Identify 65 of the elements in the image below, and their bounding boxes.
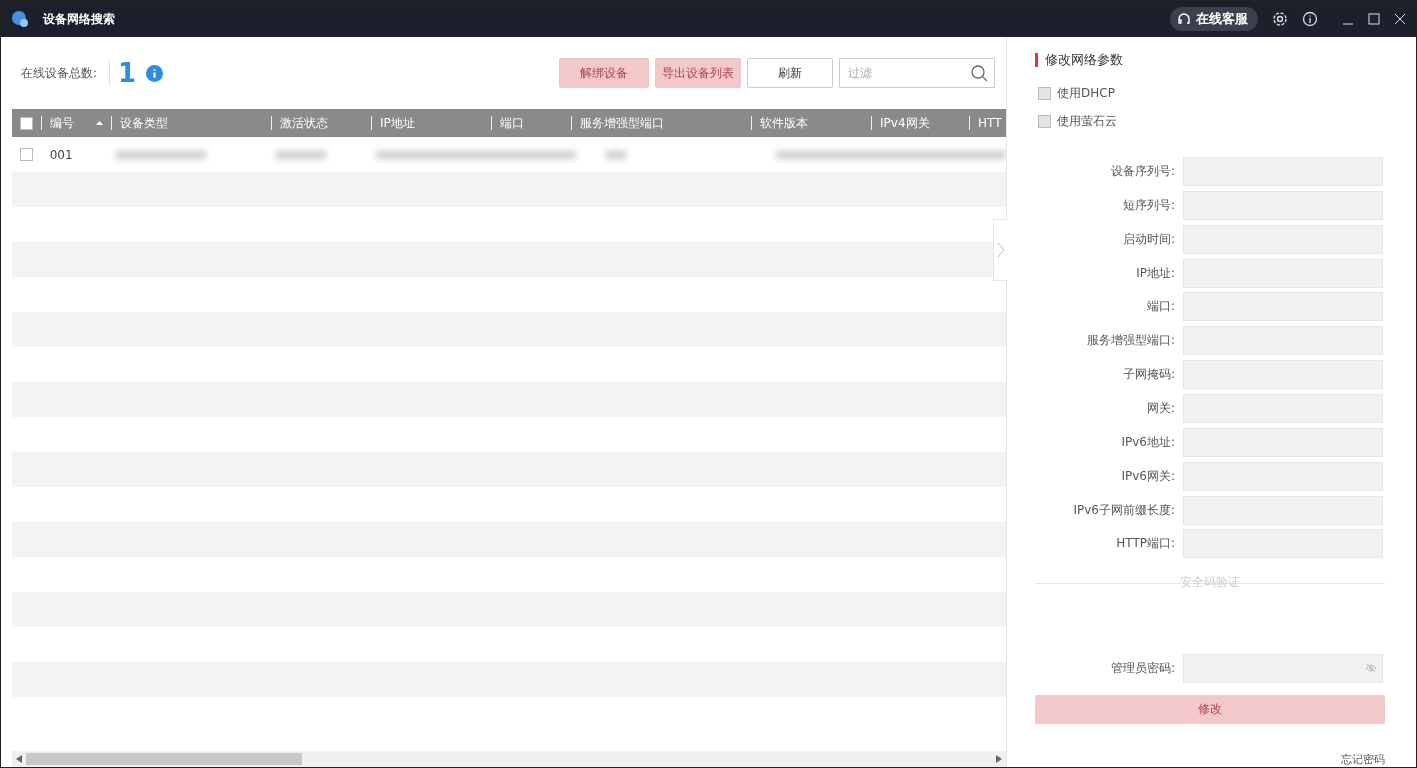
field-label: IP地址: [1135,264,1176,282]
column-header[interactable]: 端口 [500,116,524,130]
input-field[interactable] [1183,394,1383,423]
column-header[interactable]: 设备类型 [120,116,168,130]
password-field[interactable] [1183,653,1383,683]
input-field[interactable] [1183,495,1383,525]
input-field[interactable] [1183,326,1383,356]
field-label: 短序列号: [1121,196,1176,214]
blurred-text [606,150,626,159]
settings-icon[interactable] [1272,11,1288,27]
option-checkbox[interactable] [1038,115,1051,128]
headset-icon [1176,11,1192,27]
column-header[interactable]: 激活状态 [280,116,328,130]
field-label: IPv6子网前缀长度: [1072,501,1176,519]
input-field[interactable] [1183,461,1383,491]
field-label: 设备序列号: [1109,162,1176,180]
info-icon[interactable] [1302,11,1318,27]
field-label: 子网掩码: [1121,366,1176,384]
collapse-handle[interactable] [993,219,1007,281]
close-icon[interactable] [1394,13,1406,25]
online-count-label: 在线设备总数: [21,64,98,82]
input-field[interactable] [1183,360,1383,390]
header-checkbox[interactable] [20,116,33,130]
search-icon [971,64,988,82]
field-label: 端口: [1145,298,1176,316]
option-checkbox[interactable] [1038,87,1051,100]
field-label: 网关: [1145,400,1176,417]
input-field[interactable] [1183,529,1383,559]
support-button[interactable]: 在线客服 [1170,7,1258,31]
panel-title: 修改网络参数 [1035,53,1385,67]
row-checkbox[interactable] [20,148,33,161]
sort-arrow-icon[interactable] [96,121,103,125]
input-field[interactable] [1183,156,1383,186]
chevron-right-icon [997,243,1004,257]
toolbar-button[interactable]: 刷新 [747,58,833,88]
scroll-left-icon[interactable] [16,755,22,763]
input-field[interactable] [1183,427,1383,457]
column-header[interactable]: IP地址 [380,116,415,130]
option-label: 使用萤石云 [1057,113,1117,130]
input-field[interactable] [1183,190,1383,220]
field-label: IPv6地址: [1120,433,1176,451]
eye-icon[interactable] [1365,663,1377,674]
field-label: 启动时间: [1121,230,1176,248]
input-field[interactable] [1183,292,1383,322]
input-field[interactable] [1183,258,1383,288]
window-title: 设备网络搜索 [43,10,116,28]
field-label: 服务增强型端口: [1085,332,1176,350]
column-header[interactable]: 软件版本 [760,116,808,130]
maximize-icon[interactable] [1368,13,1380,25]
column-header[interactable]: IPv4网关 [880,116,930,130]
app-logo-icon [11,10,29,28]
online-count: 1 [118,58,137,88]
forgot-password-link[interactable]: 忘记密码 [1341,752,1385,768]
filter-field[interactable]: 过滤 [839,58,995,88]
scroll-right-icon[interactable] [996,755,1002,763]
column-header[interactable]: HTT [978,116,1002,130]
table-cell-text: 001 [48,147,74,162]
field-label: 管理员密码: [1109,659,1176,677]
field-label: IPv6网关: [1120,467,1176,485]
field-label: HTTP端口: [1115,535,1176,553]
blurred-text [276,150,326,159]
column-header[interactable]: 编号 [50,116,74,130]
column-header[interactable]: 服务增强型端口 [580,116,664,130]
input-field[interactable] [1183,224,1383,254]
option-label: 使用DHCP [1057,85,1115,102]
